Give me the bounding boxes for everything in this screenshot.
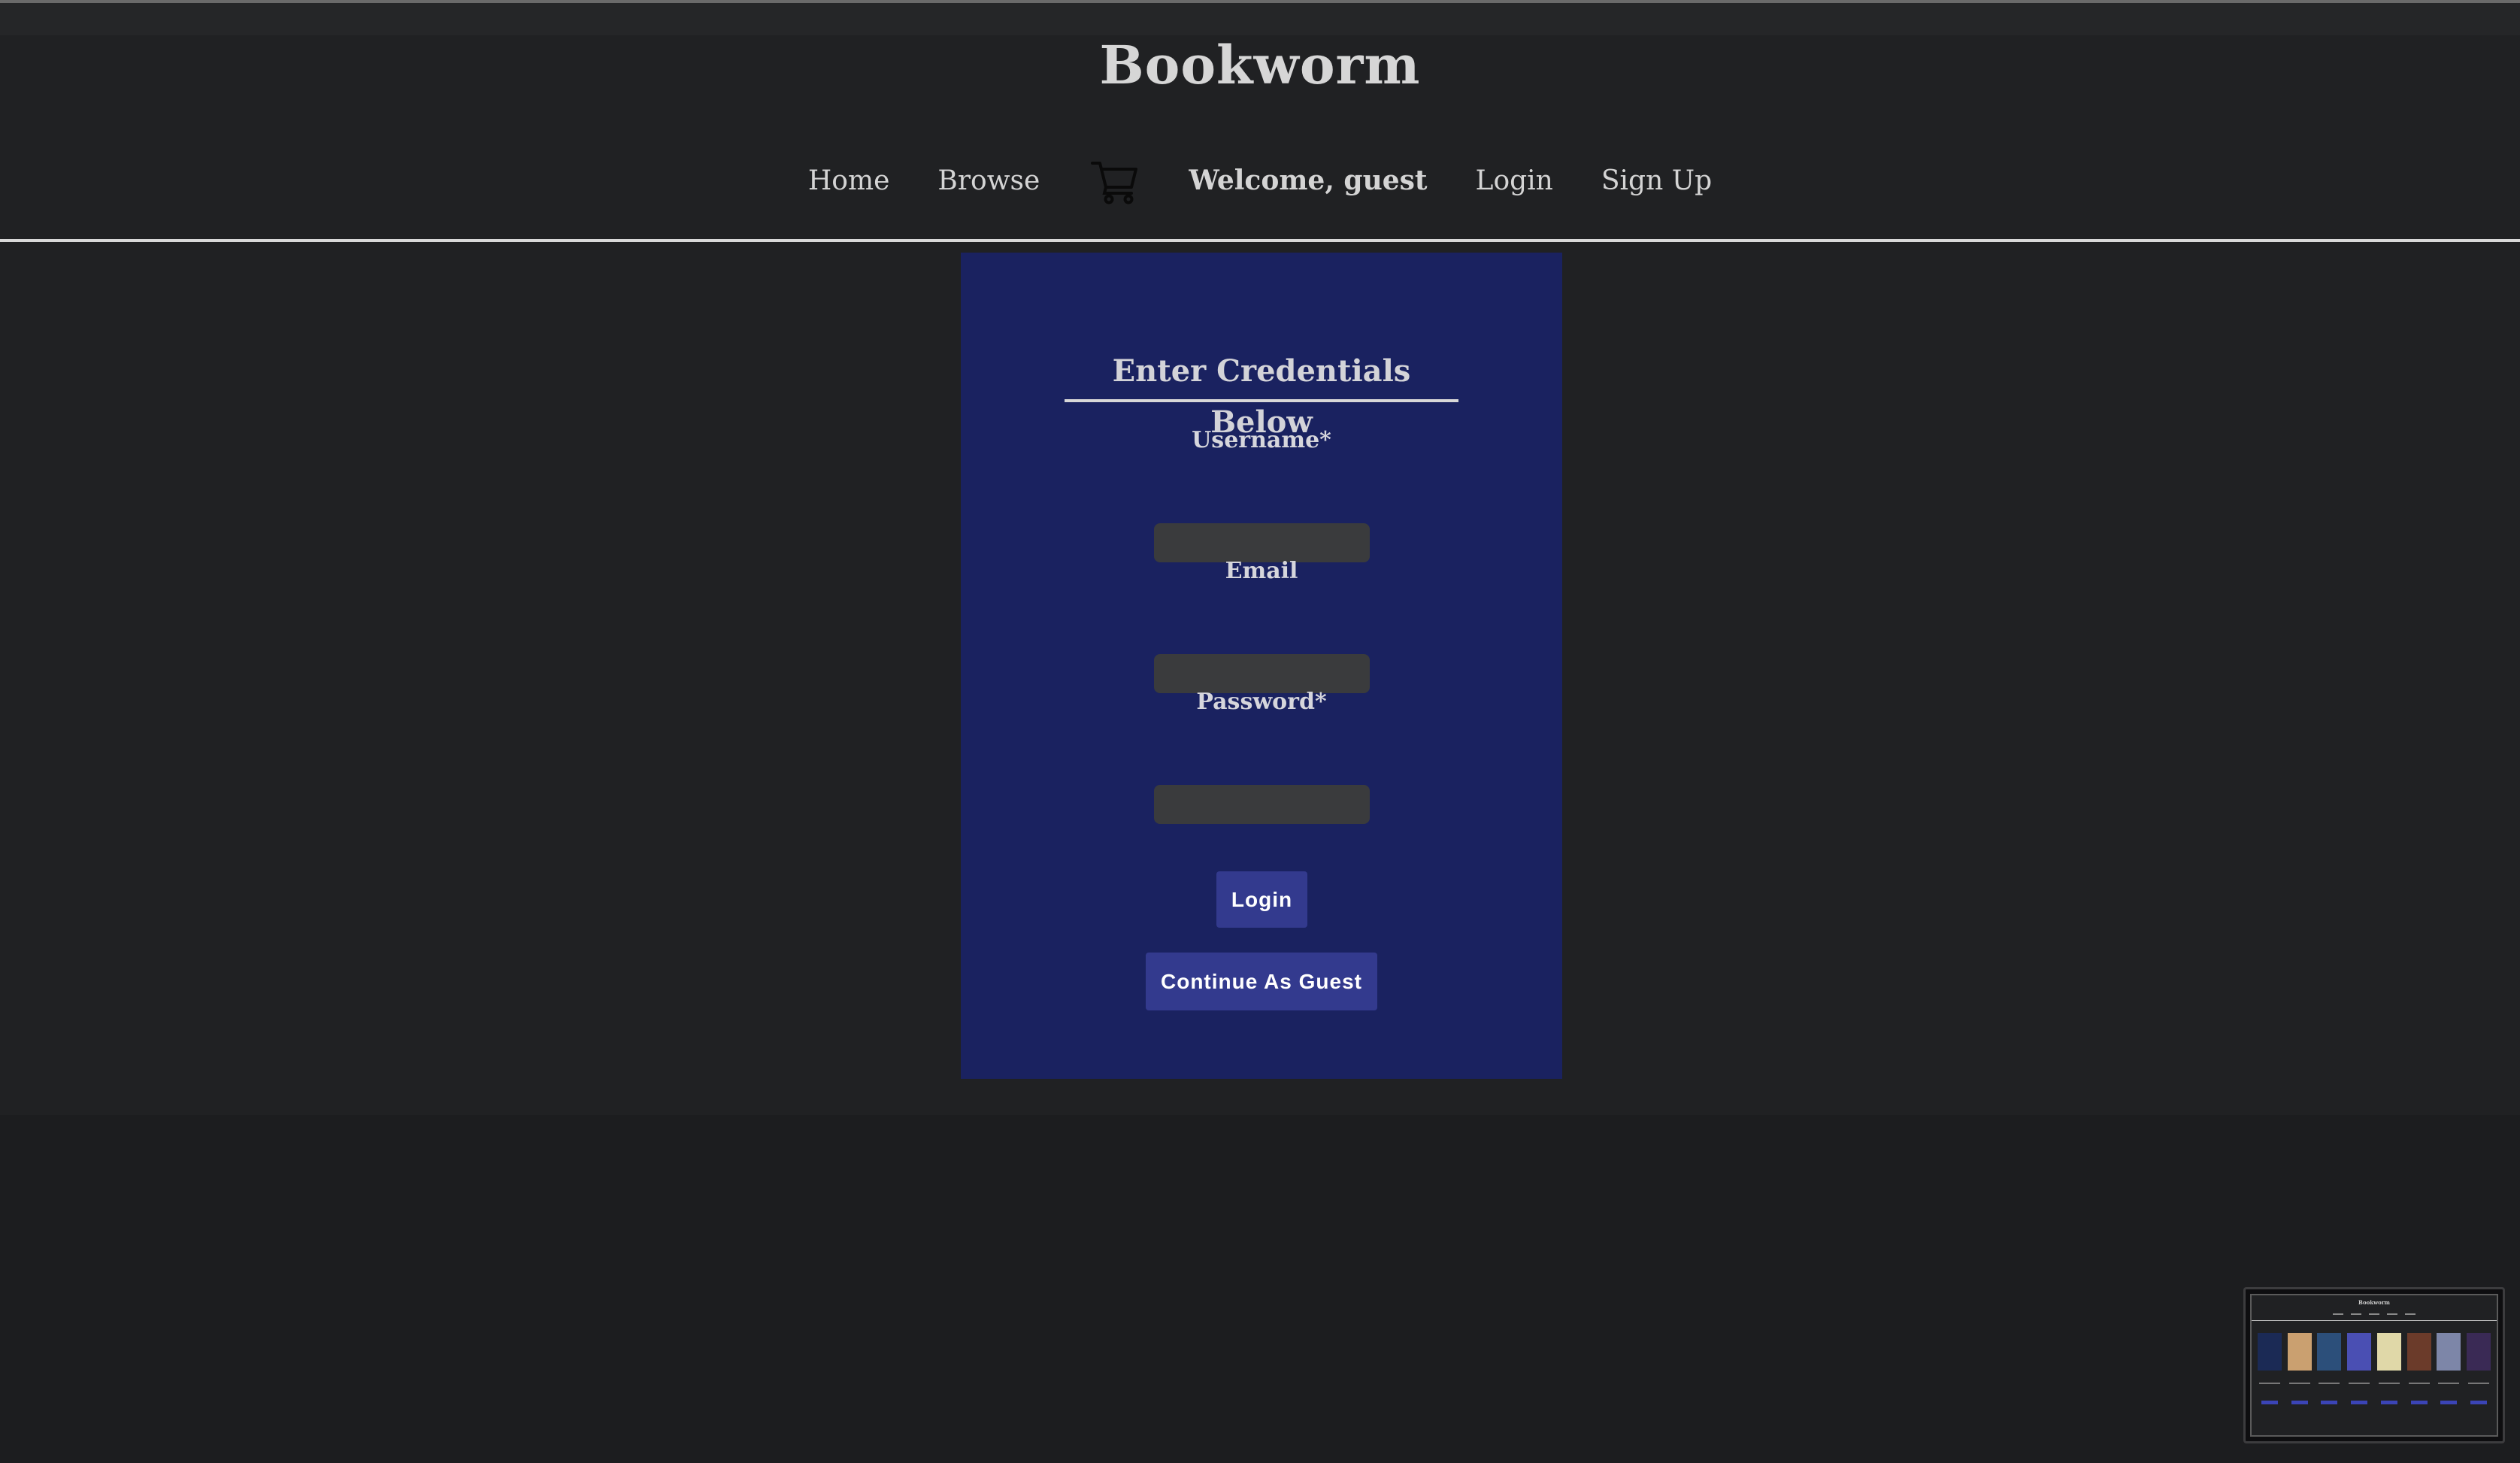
email-input[interactable] [1154, 654, 1370, 693]
nav-signup-link[interactable]: Sign Up [1601, 165, 1712, 196]
thumbnail-book-cover [2347, 1333, 2372, 1371]
nav-browse-link[interactable]: Browse [937, 165, 1040, 196]
thumbnail-buttons [2258, 1401, 2491, 1407]
header-divider [0, 239, 2520, 242]
thumbnail-nav [2252, 1313, 2497, 1316]
login-button[interactable]: Login [1216, 871, 1307, 928]
thumbnail-books [2258, 1333, 2491, 1378]
password-input[interactable] [1154, 785, 1370, 824]
password-label: Password* [1196, 689, 1327, 715]
welcome-text: Welcome, guest [1189, 165, 1428, 196]
thumbnail-title: Bookworm [2358, 1299, 2390, 1306]
site-title: Bookworm [1099, 34, 1421, 96]
login-card: Enter Credentials Below Username* Email … [961, 253, 1562, 1079]
nav-login-link[interactable]: Login [1476, 165, 1553, 196]
thumbnail-book-cover [2258, 1333, 2282, 1371]
thumbnail-book-cover [2406, 1333, 2431, 1371]
username-input[interactable] [1154, 523, 1370, 562]
thumbnail-divider [2252, 1320, 2497, 1321]
browser-top-strip [0, 0, 2520, 35]
thumbnail-book-cover [2437, 1333, 2461, 1371]
thumbnail-book-cover [2466, 1333, 2491, 1371]
nav-home-link[interactable]: Home [808, 165, 890, 196]
shopping-cart-icon[interactable] [1088, 154, 1140, 207]
email-label: Email [1225, 558, 1298, 584]
username-label: Username* [1192, 427, 1331, 453]
thumbnail-page: Bookworm [2250, 1294, 2498, 1437]
thumbnail-book-cover [2287, 1333, 2312, 1371]
login-card-title: Enter Credentials Below [1065, 346, 1458, 440]
page-preview-thumbnail[interactable]: Bookworm [2243, 1287, 2505, 1443]
continue-as-guest-button[interactable]: Continue As Guest [1146, 953, 1377, 1010]
thumbnail-book-cover [2376, 1333, 2401, 1371]
main-nav: Home Browse Welcome, guest Login Sign Up [0, 147, 2520, 214]
thumbnail-book-cover [2317, 1333, 2342, 1371]
